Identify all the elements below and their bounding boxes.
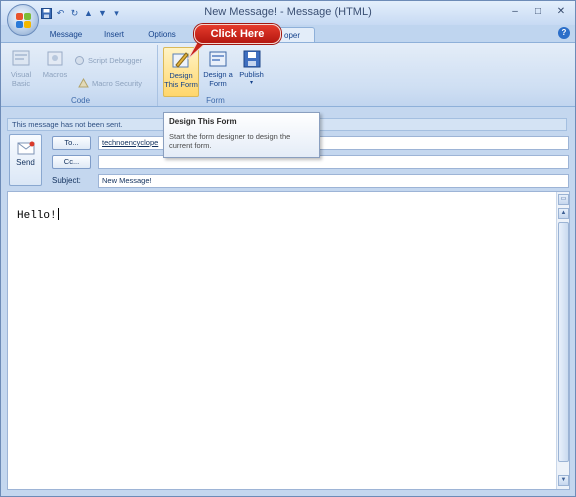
subject-field[interactable]: New Message! — [98, 174, 569, 188]
macros-icon — [44, 49, 66, 69]
tab-options[interactable]: Options — [141, 27, 183, 42]
click-here-callout: Click Here — [194, 24, 281, 44]
body-text: Hello! — [17, 208, 59, 222]
publish-dropdown-icon: ▾ — [249, 80, 253, 86]
scroll-up-icon[interactable]: ▲ — [558, 208, 569, 219]
visual-basic-button[interactable]: Visual Basic — [7, 49, 35, 88]
scroll-thumb[interactable] — [558, 222, 569, 462]
publish-button[interactable]: Publish ▾ — [235, 49, 268, 88]
cc-button[interactable]: Cc... — [52, 155, 91, 169]
window-controls: – □ ✕ — [505, 5, 571, 19]
title-bar: ↶ ↻ ▲ ▼ ▾ New Message! - Message (HTML) … — [1, 1, 575, 25]
ruler-toggle-icon[interactable]: ▭ — [558, 194, 569, 205]
text-caret — [57, 208, 59, 220]
office-button[interactable] — [7, 4, 39, 36]
send-label: Send — [16, 158, 35, 167]
minimize-icon[interactable]: – — [505, 5, 525, 19]
vertical-scrollbar[interactable]: ▭ ▲ ▼ — [556, 192, 569, 489]
macro-security-label: Macro Security — [92, 79, 143, 88]
maximize-icon[interactable]: □ — [528, 5, 548, 19]
office-logo-icon — [16, 13, 31, 28]
macros-label: Macros — [42, 70, 68, 79]
macros-button[interactable]: Macros — [40, 49, 70, 79]
form-group-label: Form — [206, 96, 225, 105]
scroll-down-icon[interactable]: ▼ — [558, 475, 569, 486]
script-debugger-label: Script Debugger — [88, 56, 143, 65]
form-group: Design This Form Design a Form Publish ▾… — [159, 45, 272, 106]
macro-security-icon — [78, 77, 89, 89]
code-group-label: Code — [70, 96, 91, 105]
ribbon-tabs: Message Insert Options oper ? — [1, 25, 575, 42]
body-content: Hello! — [17, 210, 57, 222]
message-body[interactable]: Hello! ▭ ▲ ▼ — [7, 191, 570, 490]
script-debugger-icon — [74, 55, 85, 66]
send-button[interactable]: Send — [9, 134, 42, 186]
to-recipient: technoencyclope — [102, 138, 159, 147]
tooltip-title: Design This Form — [169, 117, 237, 126]
script-debugger-button[interactable]: Script Debugger — [74, 55, 142, 66]
ribbon: Visual Basic Macros Script Debugger Macr… — [1, 42, 575, 107]
tab-insert[interactable]: Insert — [95, 27, 133, 42]
subject-label: Subject: — [52, 176, 81, 185]
message-window: ↶ ↻ ▲ ▼ ▾ New Message! - Message (HTML) … — [0, 0, 576, 497]
help-icon[interactable]: ? — [558, 27, 570, 39]
visual-basic-icon — [10, 49, 32, 69]
tooltip-body: Start the form designer to design the cu… — [169, 132, 291, 150]
envelope-icon — [17, 141, 35, 155]
visual-basic-label: Visual Basic — [10, 70, 32, 88]
design-this-form-label: Design This Form — [164, 71, 198, 89]
publish-label: Publish — [239, 70, 264, 79]
design-a-form-label: Design a Form — [203, 70, 233, 88]
close-icon[interactable]: ✕ — [551, 5, 571, 19]
publish-disk-icon — [241, 49, 263, 69]
design-this-form-tooltip: Design This Form Start the form designer… — [163, 112, 320, 158]
callout-tail-icon — [187, 41, 209, 60]
code-group: Visual Basic Macros Script Debugger Macr… — [4, 45, 158, 106]
window-title: New Message! - Message (HTML) — [204, 6, 372, 18]
tab-developer-label: oper — [284, 31, 301, 40]
macro-security-button[interactable]: Macro Security — [78, 77, 143, 89]
tab-message[interactable]: Message — [45, 27, 87, 42]
to-button[interactable]: To... — [52, 136, 91, 150]
